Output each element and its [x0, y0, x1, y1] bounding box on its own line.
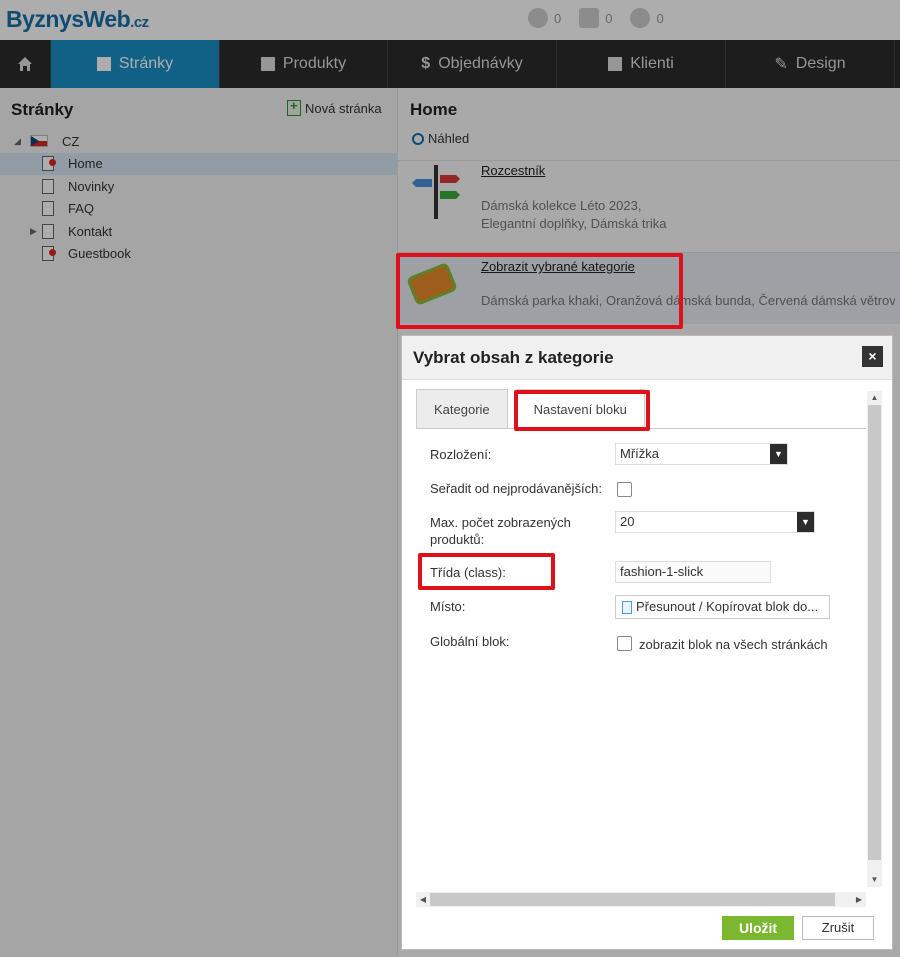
scroll-up-icon[interactable]: ▲ — [867, 391, 882, 405]
global-block-checkbox[interactable] — [617, 636, 632, 651]
horizontal-scrollbar[interactable]: ◀ ▶ — [416, 892, 866, 907]
max-products-label: Max. počet zobrazených produktů: — [430, 515, 571, 547]
move-copy-label: Přesunout / Kopírovat blok do... — [636, 599, 819, 614]
cancel-button[interactable]: Zrušit — [802, 916, 874, 940]
chevron-down-icon: ▼ — [770, 444, 787, 464]
dialog-header: Vybrat obsah z kategorie × — [402, 336, 892, 380]
highlight-box — [396, 253, 683, 329]
dialog-title: Vybrat obsah z kategorie — [413, 348, 614, 367]
scroll-left-icon[interactable]: ◀ — [416, 892, 430, 907]
layout-select[interactable]: Mřížka ▼ — [615, 443, 788, 465]
tab-categories[interactable]: Kategorie — [416, 389, 508, 428]
move-copy-block-button[interactable]: Přesunout / Kopírovat blok do... — [615, 595, 830, 619]
chevron-down-icon: ▼ — [797, 512, 814, 532]
save-button[interactable]: Uložit — [722, 916, 794, 940]
sort-bestselling-checkbox[interactable] — [617, 482, 632, 497]
max-products-value: 20 — [620, 514, 635, 529]
global-block-option-label: zobrazit blok na všech stránkách — [639, 637, 828, 652]
max-products-select[interactable]: 20 ▼ — [615, 511, 815, 533]
page-icon — [622, 600, 632, 614]
close-icon[interactable]: × — [862, 346, 883, 367]
highlight-box — [418, 553, 555, 590]
scroll-thumb[interactable] — [868, 405, 881, 860]
global-block-label: Globální blok: — [430, 634, 510, 649]
highlight-box — [514, 390, 650, 431]
vertical-scrollbar[interactable]: ▲ ▼ — [867, 391, 882, 887]
sort-label: Seřadit od nejprodávanějších: — [430, 481, 603, 496]
scroll-thumb[interactable] — [430, 893, 835, 906]
class-input[interactable]: fashion-1-slick — [615, 561, 771, 583]
scroll-right-icon[interactable]: ▶ — [852, 892, 866, 907]
scroll-down-icon[interactable]: ▼ — [867, 873, 882, 887]
layout-value: Mřížka — [620, 446, 659, 461]
place-label: Místo: — [430, 599, 466, 614]
layout-label: Rozložení: — [430, 447, 492, 462]
